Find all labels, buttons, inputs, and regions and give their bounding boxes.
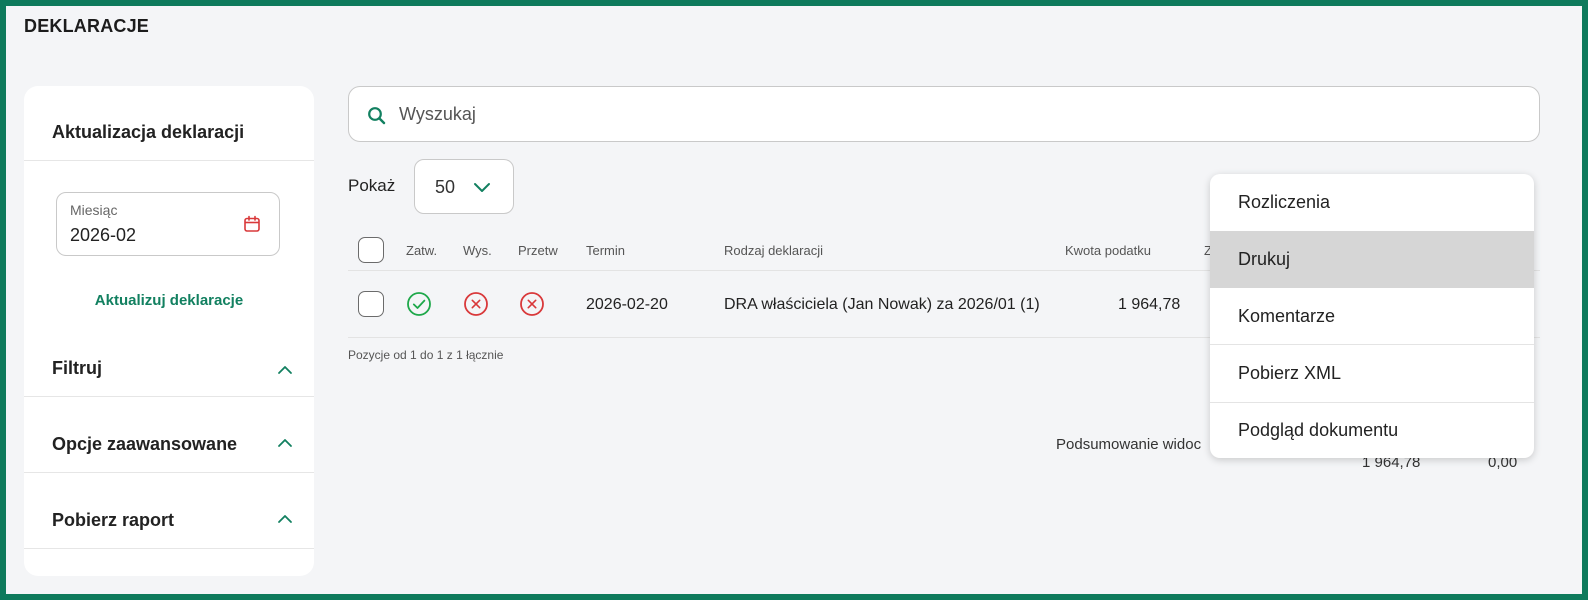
sidebar-panel: Aktualizacja deklaracji Miesiąc 2026-02 …: [24, 86, 314, 576]
menu-item-print[interactable]: Drukuj: [1210, 231, 1534, 288]
check-circle-icon: [407, 292, 431, 316]
column-header-declaration-type[interactable]: Rodzaj deklaracji: [724, 243, 823, 258]
due-date-cell: 2026-02-20: [586, 296, 668, 313]
column-header-sent[interactable]: Wys.: [463, 243, 492, 258]
tax-amount-cell: 1 964,78: [1118, 296, 1181, 313]
chevron-up-icon[interactable]: [276, 437, 294, 449]
filter-section-title[interactable]: Filtruj: [52, 358, 102, 379]
row-checkbox[interactable]: [358, 291, 384, 317]
chevron-down-icon: [474, 183, 490, 192]
page-size-value: 50: [435, 177, 456, 197]
advanced-options-title[interactable]: Opcje zaawansowane: [52, 434, 237, 455]
search-input[interactable]: Wyszukaj: [348, 86, 1540, 142]
month-field-value[interactable]: 2026-02: [70, 225, 136, 246]
menu-item-document-preview[interactable]: Podgląd dokumentu: [1210, 403, 1534, 458]
divider: [24, 548, 314, 549]
select-all-checkbox[interactable]: [358, 237, 384, 263]
month-field[interactable]: Miesiąc 2026-02: [56, 192, 280, 256]
menu-item-download-xml[interactable]: Pobierz XML: [1210, 345, 1534, 402]
pagination-info: Pozycje od 1 do 1 z 1 łącznie: [348, 348, 504, 362]
search-placeholder: Wyszukaj: [399, 104, 476, 124]
divider: [24, 472, 314, 473]
page-size-select[interactable]: 50: [414, 159, 514, 214]
search-icon: [368, 107, 386, 125]
row-actions-menu: Rozliczenia Drukuj Komentarze Pobierz XM…: [1210, 174, 1534, 458]
summary-label: Podsumowanie widoc: [1056, 436, 1202, 453]
column-header-approved[interactable]: Zatw.: [406, 243, 437, 258]
page-size-label: Pokaż: [348, 176, 396, 195]
declaration-type-cell: DRA właściciela (Jan Nowak) za 2026/01 (…: [724, 296, 1040, 313]
menu-item-comments[interactable]: Komentarze: [1210, 288, 1534, 345]
calendar-icon[interactable]: [243, 215, 261, 233]
month-field-label: Miesiąc: [70, 202, 118, 218]
menu-item-settlements[interactable]: Rozliczenia: [1210, 174, 1534, 231]
column-header-due-date[interactable]: Termin: [586, 243, 625, 258]
x-circle-icon: [464, 292, 488, 316]
update-section-title: Aktualizacja deklaracji: [52, 122, 245, 142]
column-header-tax-amount[interactable]: Kwota podatku: [1065, 243, 1151, 258]
x-circle-icon: [520, 292, 544, 316]
page-title: DEKLARACJE: [24, 16, 150, 36]
divider: [24, 396, 314, 397]
column-header-processed[interactable]: Przetw: [518, 243, 558, 258]
chevron-up-icon[interactable]: [276, 513, 294, 525]
chevron-up-icon[interactable]: [276, 364, 294, 376]
divider: [24, 160, 314, 161]
download-report-title[interactable]: Pobierz raport: [52, 510, 174, 531]
update-declarations-link[interactable]: Aktualizuj deklaracje: [24, 292, 314, 309]
